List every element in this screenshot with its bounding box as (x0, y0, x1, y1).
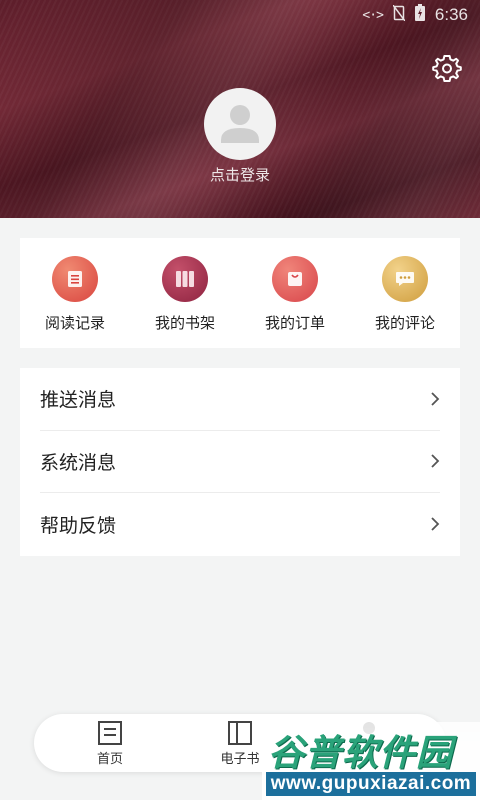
menu-item-label: 推送消息 (40, 389, 117, 412)
books-icon (162, 256, 208, 302)
user-silhouette-icon (221, 105, 259, 143)
shortcut-reading-history[interactable]: 阅读记录 (20, 238, 130, 348)
nav-label: 首页 (96, 752, 123, 767)
menu-item-help-feedback[interactable]: 帮助反馈 (40, 493, 440, 556)
shortcut-orders[interactable]: 我的订单 (240, 238, 350, 348)
chevron-right-icon (431, 517, 440, 532)
status-time: 6:36 (434, 5, 468, 24)
ebook-icon (228, 721, 252, 745)
shortcut-label: 我的订单 (264, 314, 325, 332)
shortcut-reviews[interactable]: 我的评论 (350, 238, 460, 348)
document-icon (52, 256, 98, 302)
watermark: 谷普软件园 www.gupuxiazai.com (262, 722, 480, 800)
battery-icon (414, 4, 425, 26)
avatar[interactable] (204, 88, 276, 160)
chevron-right-icon (431, 454, 440, 469)
chat-bubble-icon (382, 256, 428, 302)
bag-icon (272, 256, 318, 302)
status-bar: <·> 6:36 (362, 3, 468, 27)
menu-item-label: 帮助反馈 (40, 514, 117, 537)
settings-gear-icon[interactable] (432, 53, 462, 83)
shortcut-label: 我的评论 (374, 314, 435, 332)
nav-home[interactable]: 首页 (75, 720, 145, 767)
no-sim-icon (392, 4, 406, 26)
nav-label: 电子书 (220, 752, 260, 767)
shortcut-bookshelf[interactable]: 我的书架 (130, 238, 240, 348)
profile-header: <·> 6:36 点击登录 (0, 0, 480, 218)
watermark-url: www.gupuxiazai.com (266, 772, 476, 796)
home-icon (98, 721, 122, 745)
message-menu: 推送消息 系统消息 帮助反馈 (20, 368, 460, 556)
shortcut-label: 我的书架 (154, 314, 215, 332)
menu-item-push-messages[interactable]: 推送消息 (40, 368, 440, 431)
menu-item-label: 系统消息 (40, 451, 117, 474)
data-sync-icon: <·> (362, 7, 384, 23)
chevron-right-icon (431, 392, 440, 406)
watermark-title: 谷普软件园 (268, 733, 454, 774)
menu-item-system-messages[interactable]: 系统消息 (40, 431, 440, 494)
shortcut-label: 阅读记录 (44, 314, 105, 332)
shortcut-panel: 阅读记录 我的书架 我的订单 我的评论 (20, 238, 460, 348)
login-link[interactable]: 点击登录 (0, 164, 480, 185)
